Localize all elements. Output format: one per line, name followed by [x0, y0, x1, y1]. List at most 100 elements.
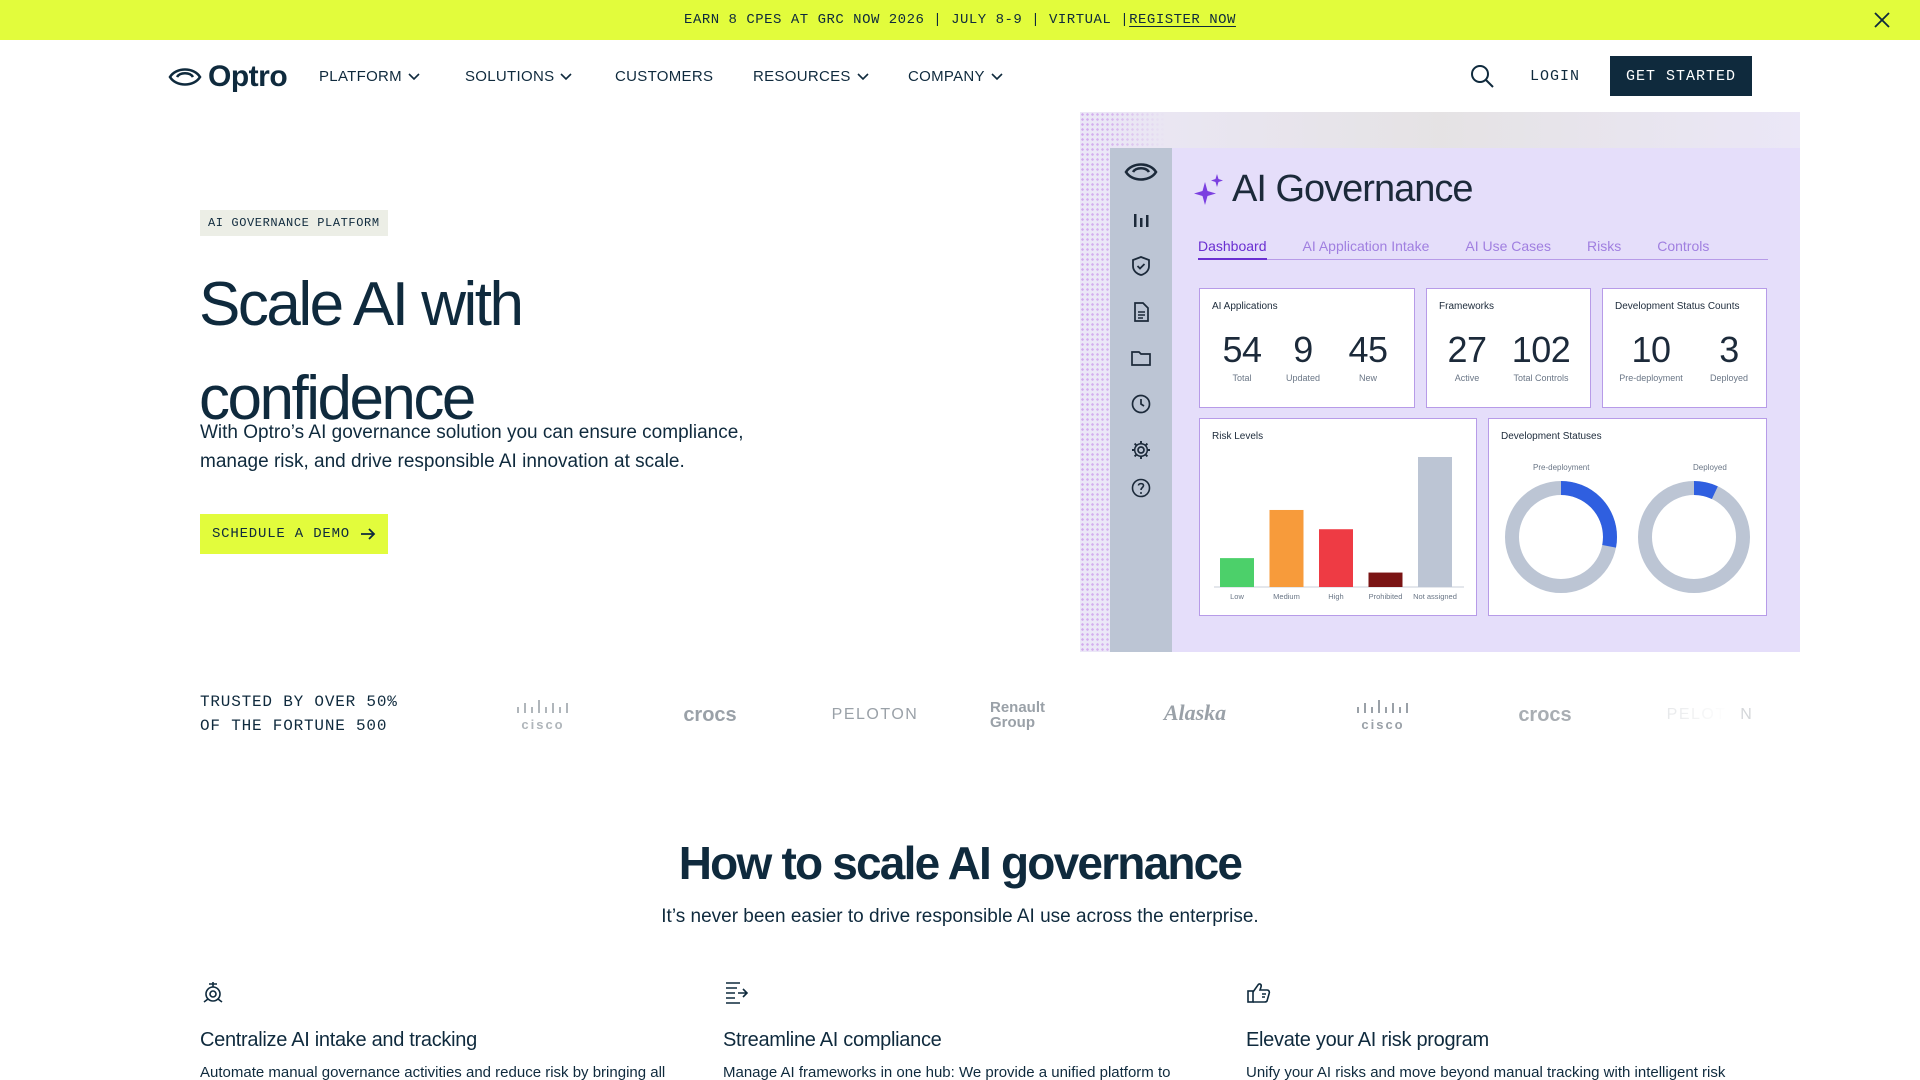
dashboard-panel: AI Governance Dashboard AI Application I…	[1110, 148, 1800, 652]
stat-number: 10	[1631, 329, 1671, 370]
stat-label: Active	[1454, 373, 1480, 383]
hero-description: With Optro’s AI governance solution you …	[200, 422, 744, 472]
logo-wordmark: Optro	[208, 60, 288, 93]
nav-customers[interactable]: CUSTOMERS	[615, 68, 753, 85]
intake-icon	[203, 982, 223, 1003]
bar-low	[1220, 558, 1254, 587]
schedule-demo-label: SCHEDULE A DEMO	[211, 526, 351, 542]
login-link[interactable]: LOGIN	[1530, 68, 1580, 85]
feature-streamline: Streamline AI compliance Manage AI frame…	[723, 980, 1203, 1080]
alaska-airlines-logo: Alaska	[1150, 700, 1240, 726]
optro-logo[interactable]: Optro	[168, 60, 288, 94]
dashboard-screenshot: AI Governance Dashboard AI Application I…	[1080, 112, 1800, 652]
development-statuses-card: Development Statuses Pre-deployment Depl…	[1488, 418, 1767, 616]
nav-platform[interactable]: PLATFORM	[319, 68, 465, 85]
nav-company[interactable]: COMPANY	[908, 68, 1003, 85]
stat-new: 45 New	[1338, 329, 1398, 383]
x-tick-label: Medium	[1273, 592, 1300, 601]
stat-updated: 9 Updated	[1278, 329, 1328, 383]
feature-title: Centralize AI intake and tracking	[200, 1029, 477, 1051]
document-icon	[1134, 302, 1149, 322]
development-status-counts-card: Development Status Counts 10 Pre-deploym…	[1602, 288, 1767, 408]
navbar: Optro PLATFORM SOLUTIONS CUSTOMERS RESOU…	[0, 40, 1920, 114]
folder-icon	[1131, 351, 1151, 366]
gear-icon	[1132, 441, 1150, 459]
optro-logo-icon	[1124, 163, 1158, 181]
nav-resources[interactable]: RESOURCES	[753, 68, 908, 85]
x-tick-label: Low	[1230, 592, 1244, 601]
dashboard-title: AI Governance	[1194, 168, 1473, 211]
announcement-bar: EARN 8 CPES AT GRC NOW 2026 | JULY 8-9 |…	[0, 0, 1920, 40]
tab-ai-use-cases: AI Use Cases	[1465, 238, 1551, 254]
register-now-link[interactable]: REGISTER NOW	[1129, 12, 1236, 28]
bar-prohibited	[1368, 572, 1403, 587]
dashboard-title-text: AI Governance	[1232, 168, 1473, 210]
feature-title: Elevate your AI risk program	[1246, 1029, 1489, 1051]
crocs-logo: crocs	[683, 704, 737, 726]
section-subtitle: It’s never been easier to drive responsi…	[661, 906, 1259, 927]
feature-centralize: Centralize AI intake and tracking Automa…	[200, 980, 680, 1080]
stat-number: 45	[1348, 329, 1388, 370]
chevron-down-icon	[991, 72, 1003, 80]
stat-deployed: 3 Deployed	[1699, 329, 1759, 383]
card-title: AI Applications	[1212, 301, 1278, 312]
stat-label: Pre-deployment	[1619, 373, 1683, 383]
nav-solutions[interactable]: SOLUTIONS	[465, 68, 615, 85]
tab-risks: Risks	[1586, 238, 1622, 254]
help-icon	[1131, 478, 1151, 498]
trusted-by-text: TRUSTED BY OVER 50% OF THE FORTUNE 500	[200, 690, 398, 738]
card-title: Development Status Counts	[1615, 301, 1740, 312]
chevron-down-icon	[408, 72, 420, 80]
x-tick-label: Not assigned	[1413, 592, 1457, 601]
cisco-bars-icon	[517, 700, 568, 713]
stat-total-controls: 102 Total Controls	[1499, 329, 1583, 383]
stat-label: Total Controls	[1513, 373, 1569, 383]
nav-actions: LOGIN GET STARTED	[1468, 56, 1752, 96]
schedule-demo-button[interactable]: SCHEDULE A DEMO	[200, 514, 388, 554]
arrow-right-icon	[361, 528, 376, 540]
bar-chart-icon	[1134, 214, 1149, 227]
cisco-logo-text: cisco	[521, 717, 565, 732]
sparkle-icon	[1194, 173, 1223, 205]
stat-label: Deployed	[1709, 373, 1749, 383]
cisco-bars-icon	[1357, 700, 1408, 713]
feature-description: Manage AI frameworks in one hub: We prov…	[723, 1064, 1171, 1080]
donut-track-deployed	[1638, 481, 1750, 593]
feature-elevate: Elevate your AI risk program Unify your …	[1246, 980, 1726, 1080]
stat-number: 102	[1511, 329, 1571, 370]
ai-applications-card: AI Applications 54 Total 9 Updated 45 Ne…	[1199, 288, 1415, 408]
search-icon[interactable]	[1468, 62, 1496, 90]
cisco-logo: cisco	[1338, 700, 1428, 732]
stat-number: 3	[1719, 329, 1739, 370]
cisco-logo: cisco	[498, 700, 588, 732]
optro-logo-icon	[168, 68, 202, 86]
renault-group-logo: Renault Group	[990, 699, 1046, 731]
chevron-down-icon	[560, 72, 572, 80]
nav-resources-label: RESOURCES	[753, 68, 851, 85]
peloton-logo: PELOTON	[831, 706, 919, 723]
shield-icon	[1132, 256, 1150, 276]
trusted-line2: OF THE FORTUNE 500	[200, 717, 388, 735]
nav-company-label: COMPANY	[908, 68, 985, 85]
customer-logos: cisco crocs PELOTON Renault Group Alaska…	[480, 694, 1752, 740]
hero-title-line1: Scale AI with	[199, 270, 524, 339]
nav-platform-label: PLATFORM	[319, 68, 402, 85]
alaska-logo-text: Alaska	[1163, 700, 1227, 725]
clock-icon	[1131, 394, 1151, 414]
compliance-icon	[726, 982, 749, 1004]
bar-not-assigned	[1418, 457, 1452, 587]
get-started-button[interactable]: GET STARTED	[1609, 56, 1752, 96]
stat-number: 27	[1447, 329, 1487, 370]
x-tick-label: Prohibited	[1369, 592, 1403, 601]
stat-label: Updated	[1285, 373, 1321, 383]
risk-levels-card: Risk Levels Low Medium High Prohibited Not a…	[1199, 418, 1477, 616]
close-icon[interactable]	[1872, 10, 1892, 30]
nav-solutions-label: SOLUTIONS	[465, 68, 555, 85]
hero-tag: AI GOVERNANCE PLATFORM	[200, 210, 388, 236]
logos-fade	[1620, 690, 1740, 740]
bar-medium	[1269, 509, 1304, 587]
dot-pattern-top	[1080, 112, 1800, 150]
cisco-logo-text: cisco	[1361, 717, 1405, 732]
stat-active: 27 Active	[1439, 329, 1495, 383]
tab-ai-application-intake: AI Application Intake	[1302, 238, 1430, 254]
